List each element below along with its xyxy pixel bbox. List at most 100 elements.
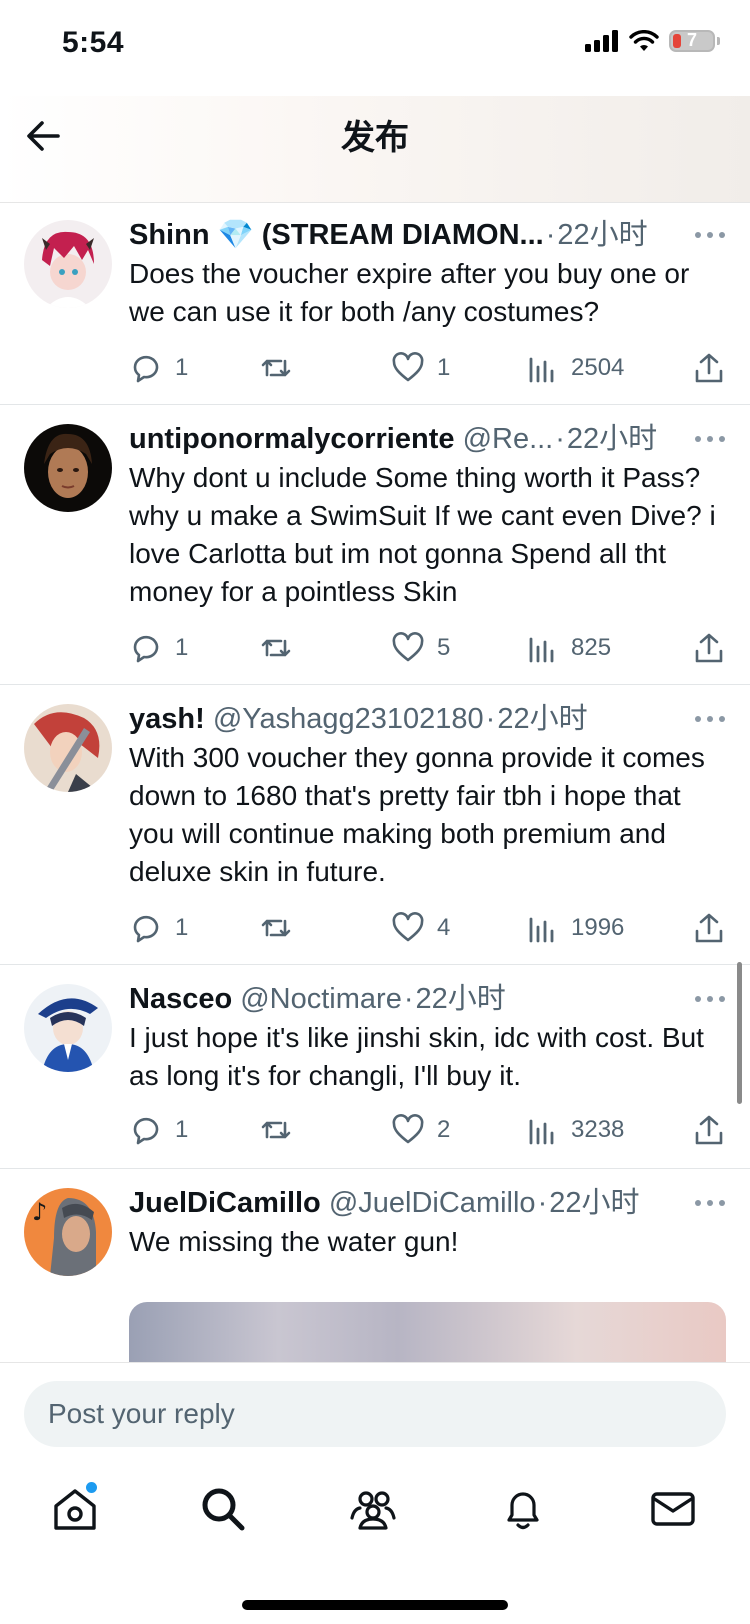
- author-name[interactable]: yash!: [129, 703, 205, 735]
- reply-body: Nasceo @Noctimare·22小时 I just hope it's …: [129, 980, 726, 1095]
- reply-item[interactable]: yash! @Yashagg23102180·22小时 With 300 vou…: [0, 684, 750, 965]
- battery-icon: 7: [669, 30, 715, 52]
- view-count: 2504: [571, 354, 625, 381]
- heart-icon: [392, 1114, 424, 1144]
- like-count: 1: [437, 354, 451, 381]
- reply-body: untiponormalycorriente @Re...·22小时 Why d…: [129, 420, 726, 611]
- author-handle[interactable]: @Noctimare: [240, 983, 402, 1015]
- more-options-icon[interactable]: [694, 420, 726, 458]
- media-attachment[interactable]: [129, 1302, 726, 1362]
- reply-text: I just hope it's like jinshi skin, idc w…: [129, 1022, 704, 1091]
- search-icon[interactable]: [198, 1484, 248, 1534]
- post-time: 22小时: [566, 423, 658, 455]
- like-button[interactable]: 4: [391, 908, 450, 948]
- reply-item[interactable]: Nasceo @Noctimare·22小时 I just hope it's …: [0, 964, 750, 1169]
- reply-button[interactable]: 1: [129, 628, 188, 668]
- reply-input[interactable]: [24, 1381, 726, 1447]
- reply-body: yash! @Yashagg23102180·22小时 With 300 vou…: [129, 700, 726, 891]
- reply-button[interactable]: 1: [129, 348, 188, 388]
- share-icon: [695, 633, 723, 663]
- more-options-icon[interactable]: [694, 216, 726, 254]
- post-time: 22小时: [415, 983, 506, 1015]
- reply-item[interactable]: Shinn 💎 (STREAM DIAMON...·22小时 Does the …: [0, 202, 750, 405]
- reply-button[interactable]: 1: [129, 908, 188, 948]
- reply-item[interactable]: untiponormalycorriente @Re...·22小时 Why d…: [0, 404, 750, 685]
- notification-dot: [86, 1482, 97, 1493]
- share-button[interactable]: [692, 348, 726, 388]
- like-button[interactable]: 1: [391, 348, 450, 388]
- reply-meta: yash! @Yashagg23102180·22小时: [129, 703, 588, 735]
- comment-icon: [133, 1117, 159, 1145]
- views-button[interactable]: 3238: [525, 1110, 624, 1150]
- views-icon: [529, 1119, 554, 1145]
- views-button[interactable]: 1996: [525, 908, 624, 948]
- avatar[interactable]: [24, 704, 112, 792]
- reply-count: 1: [175, 634, 189, 661]
- views-icon: [529, 917, 554, 943]
- signal-icon: [585, 30, 618, 52]
- author-handle[interactable]: @Yashagg23102180: [213, 703, 484, 735]
- author-handle[interactable]: @JuelDiCamillo: [329, 1187, 536, 1219]
- repost-icon: [261, 919, 291, 937]
- like-count: 5: [437, 634, 451, 661]
- author-name[interactable]: JuelDiCamillo: [129, 1187, 321, 1219]
- reply-count: 1: [175, 354, 189, 381]
- reply-body: JuelDiCamillo @JuelDiCamillo·22小时 We mis…: [129, 1184, 726, 1261]
- page-title: 发布: [341, 119, 409, 157]
- reply-count: 1: [175, 914, 189, 941]
- messages-icon[interactable]: [648, 1484, 698, 1534]
- reply-meta: Nasceo @Noctimare·22小时: [129, 983, 506, 1015]
- reply-body: Shinn 💎 (STREAM DIAMON...·22小时 Does the …: [129, 216, 726, 331]
- share-button[interactable]: [692, 628, 726, 668]
- page-header: 发布: [0, 96, 750, 203]
- like-count: 4: [437, 914, 451, 941]
- reply-text: We missing the water gun!: [129, 1226, 459, 1257]
- tab-bar: [0, 1462, 750, 1624]
- more-options-icon[interactable]: [694, 700, 726, 738]
- avatar[interactable]: ♪: [24, 1188, 112, 1276]
- like-button[interactable]: 2: [391, 1110, 450, 1150]
- reply-meta: Shinn 💎 (STREAM DIAMON...·22小时: [129, 219, 648, 251]
- more-options-icon[interactable]: [694, 1184, 726, 1222]
- avatar[interactable]: [24, 984, 112, 1072]
- reply-item[interactable]: ♪ JuelDiCamillo @JuelDiCamillo·22小时 We m…: [0, 1168, 750, 1362]
- communities-icon[interactable]: [348, 1484, 398, 1534]
- view-count: 825: [571, 634, 612, 661]
- heart-icon: [392, 352, 424, 382]
- notifications-icon[interactable]: [498, 1484, 548, 1534]
- author-name[interactable]: Nasceo: [129, 983, 232, 1015]
- compose-bar: [0, 1362, 750, 1463]
- status-bar: 5:54 7: [0, 0, 750, 96]
- author-name[interactable]: Shinn 💎 (STREAM DIAMON...: [129, 219, 544, 251]
- scrollbar[interactable]: [737, 962, 742, 1104]
- repost-button[interactable]: [259, 628, 305, 668]
- like-button[interactable]: 5: [391, 628, 450, 668]
- post-time: 22小时: [557, 219, 648, 251]
- reply-button[interactable]: 1: [129, 1110, 188, 1150]
- comment-icon: [133, 355, 159, 383]
- view-count: 1996: [571, 914, 625, 941]
- svg-text:♪: ♪: [32, 1198, 47, 1226]
- like-count: 2: [437, 1116, 451, 1143]
- views-button[interactable]: 825: [525, 628, 611, 668]
- repost-button[interactable]: [259, 1110, 305, 1150]
- views-icon: [529, 637, 554, 663]
- reply-actions: 1 1 2504: [129, 348, 726, 388]
- reply-text: With 300 voucher they gonna provide it c…: [129, 742, 705, 887]
- repost-button[interactable]: [259, 908, 305, 948]
- heart-icon: [392, 632, 424, 662]
- home-indicator[interactable]: [242, 1600, 508, 1610]
- share-button[interactable]: [692, 908, 726, 948]
- reply-text: Why dont u include Some thing worth it P…: [129, 462, 716, 607]
- repost-button[interactable]: [259, 348, 305, 388]
- share-button[interactable]: [692, 1110, 726, 1150]
- repost-icon: [261, 639, 291, 657]
- status-icons: 7: [585, 30, 720, 52]
- avatar[interactable]: [24, 220, 112, 308]
- author-handle[interactable]: @Re...: [463, 423, 554, 455]
- avatar[interactable]: [24, 424, 112, 512]
- author-name[interactable]: untiponormalycorriente: [129, 423, 455, 455]
- more-options-icon[interactable]: [694, 980, 726, 1018]
- reply-meta: untiponormalycorriente @Re...·22小时: [129, 423, 658, 455]
- views-button[interactable]: 2504: [525, 348, 624, 388]
